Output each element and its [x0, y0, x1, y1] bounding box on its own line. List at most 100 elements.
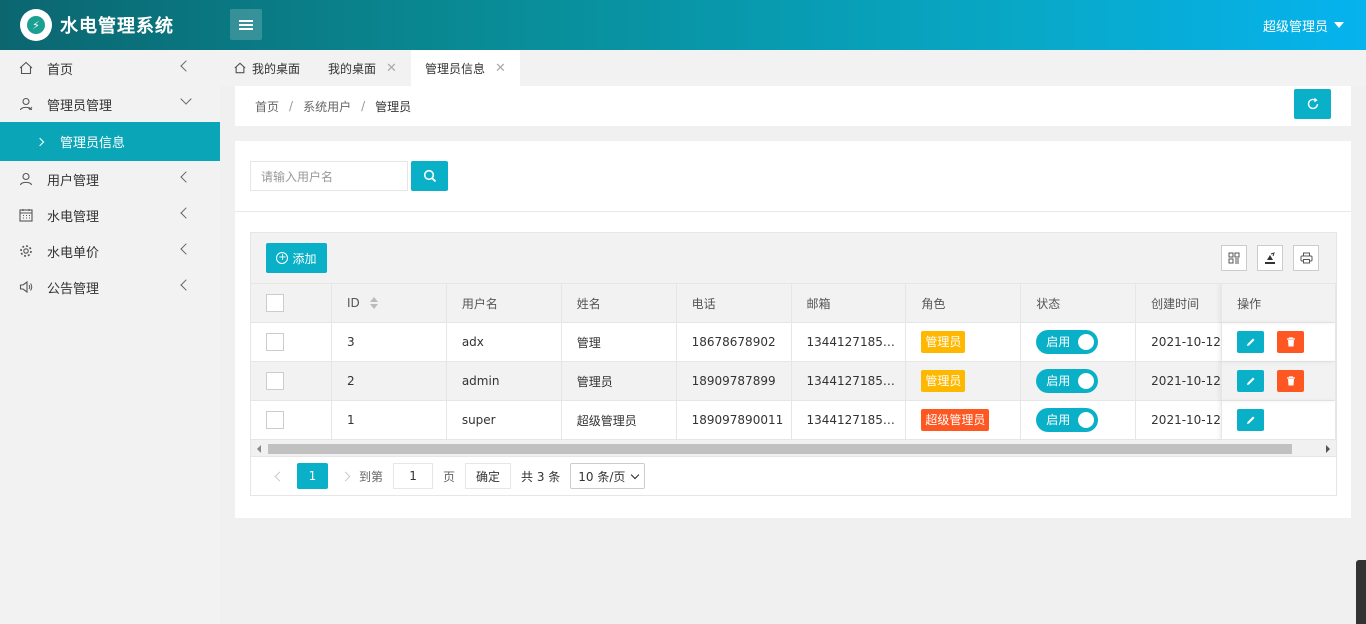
breadcrumb-item[interactable]: 首页 [255, 98, 279, 115]
role-badge: 管理员 [921, 370, 966, 392]
app-title: 水电管理系统 [60, 16, 174, 37]
close-icon[interactable]: ✕ [386, 61, 397, 76]
sidebar-item-home[interactable]: 首页 [0, 50, 220, 86]
user-menu[interactable]: 超级管理员 [1263, 0, 1344, 50]
column-header: 电话 [691, 296, 716, 311]
home-icon [234, 62, 246, 74]
sidebar-subitem-admin-info[interactable]: 管理员信息 [0, 122, 220, 161]
column-header: 姓名 [576, 296, 601, 311]
close-icon[interactable]: ✕ [495, 61, 506, 76]
status-toggle[interactable]: 启用 [1036, 330, 1099, 354]
add-button-label: 添加 [292, 251, 317, 266]
header-id[interactable]: ID [332, 283, 447, 323]
cell-id: 3 [332, 322, 447, 362]
total-count: 共 3 条 [521, 469, 561, 484]
breadcrumb-separator: / [289, 99, 294, 113]
column-header: 角色 [921, 296, 946, 311]
status-toggle[interactable]: 启用 [1036, 408, 1099, 432]
scroll-right-icon[interactable] [1326, 445, 1330, 453]
status-toggle[interactable]: 启用 [1036, 369, 1099, 393]
pencil-icon [1246, 377, 1255, 385]
chevron-down-icon [180, 93, 192, 105]
cell-username: super [447, 400, 562, 440]
user-icon [19, 172, 33, 186]
sidebar-item-utility-price[interactable]: 水电单价 [0, 233, 220, 269]
plus-circle-icon: + [276, 252, 289, 264]
row-checkbox[interactable] [266, 411, 284, 429]
cell-id: 2 [332, 361, 447, 401]
cell-actions [1221, 361, 1336, 401]
scroll-left-icon[interactable] [257, 445, 261, 453]
select-all-checkbox[interactable] [266, 294, 284, 312]
delete-button[interactable] [1277, 370, 1305, 392]
breadcrumb: 首页 / 系统用户 / 管理员 [235, 86, 1351, 126]
calendar-icon [19, 208, 33, 222]
chevron-right-icon [35, 137, 45, 146]
role-badge: 超级管理员 [921, 409, 990, 431]
edit-button[interactable] [1237, 370, 1265, 392]
cell-role: 管理员 [906, 322, 1022, 362]
sort-icon[interactable] [369, 297, 378, 309]
breadcrumb-item[interactable]: 系统用户 [303, 98, 351, 115]
row-checkbox[interactable] [266, 333, 284, 351]
sidebar-item-utility-management[interactable]: 水电管理 [0, 197, 220, 233]
cell-name: 管理 [562, 322, 677, 362]
export-button[interactable] [1257, 245, 1283, 271]
refresh-button[interactable] [1294, 89, 1331, 119]
tab-desktop-home[interactable]: 我的桌面 [220, 50, 314, 86]
sidebar: 首页 管理员管理 管理员信息 用户管理 水电管理 水电单价 公告管理 [0, 50, 220, 624]
header-username: 用户名 [447, 283, 562, 323]
search-input[interactable]: 请输入用户名 [250, 161, 408, 191]
sidebar-item-label: 用户管理 [47, 173, 100, 189]
tab-admin-info[interactable]: 管理员信息 ✕ [410, 50, 520, 86]
chevron-left-icon [180, 207, 192, 219]
sidebar-item-label: 首页 [47, 62, 74, 78]
row-select [251, 322, 332, 362]
table-row: 2 admin 管理员 18909787899 1344127185… 管理员 … [251, 361, 1336, 401]
goto-page-input[interactable]: 1 [393, 463, 434, 489]
goto-confirm-button[interactable]: 确定 [465, 463, 512, 489]
search-icon [423, 169, 436, 183]
speaker-icon [19, 280, 33, 294]
side-widget[interactable] [1356, 560, 1366, 624]
hamburger-icon [239, 19, 253, 30]
grid-icon [1228, 252, 1240, 264]
edit-button[interactable] [1237, 331, 1265, 353]
trash-icon [1286, 376, 1295, 386]
home-icon [19, 61, 33, 75]
chevron-left-icon [180, 243, 192, 255]
pagination: 1 到第 1 页 确定 共 3 条 10 条/页 [251, 457, 1336, 495]
cell-username: adx [447, 322, 562, 362]
sidebar-item-announcement[interactable]: 公告管理 [0, 269, 220, 305]
cell-created: 2021-10-12 2 [1151, 335, 1221, 349]
edit-button[interactable] [1237, 409, 1265, 431]
export-icon [1265, 252, 1275, 264]
tab-desktop[interactable]: 我的桌面 ✕ [314, 50, 411, 86]
app-logo[interactable]: ⚡ 水电管理系统 [0, 0, 220, 50]
chevron-left-icon [180, 279, 192, 291]
horizontal-scrollbar[interactable] [251, 440, 1336, 457]
delete-button[interactable] [1277, 331, 1305, 353]
columns-filter-button[interactable] [1221, 245, 1247, 271]
page-label: 页 [443, 469, 456, 484]
add-button[interactable]: + 添加 [266, 243, 327, 273]
next-page-icon[interactable] [340, 471, 351, 481]
search-button[interactable] [411, 161, 448, 191]
sidebar-item-user-management[interactable]: 用户管理 [0, 161, 220, 197]
menu-toggle-button[interactable] [230, 9, 262, 40]
header-select-all [251, 283, 332, 323]
cell-status: 启用 [1021, 361, 1137, 401]
print-button[interactable] [1293, 245, 1319, 271]
cell-phone: 18678678902 [677, 322, 792, 362]
column-header: 用户名 [461, 296, 498, 311]
row-checkbox[interactable] [266, 372, 284, 390]
cell-email: 1344127185… [792, 322, 907, 362]
page-size-select[interactable]: 10 条/页 [570, 463, 646, 489]
header-status: 状态 [1021, 283, 1137, 323]
sidebar-item-label: 管理员管理 [47, 98, 113, 114]
cell-status: 启用 [1021, 322, 1137, 362]
scrollbar-thumb[interactable] [268, 444, 1292, 454]
page-current[interactable]: 1 [297, 463, 328, 489]
prev-page-icon[interactable] [274, 471, 285, 481]
sidebar-item-admin-management[interactable]: 管理员管理 [0, 86, 220, 122]
